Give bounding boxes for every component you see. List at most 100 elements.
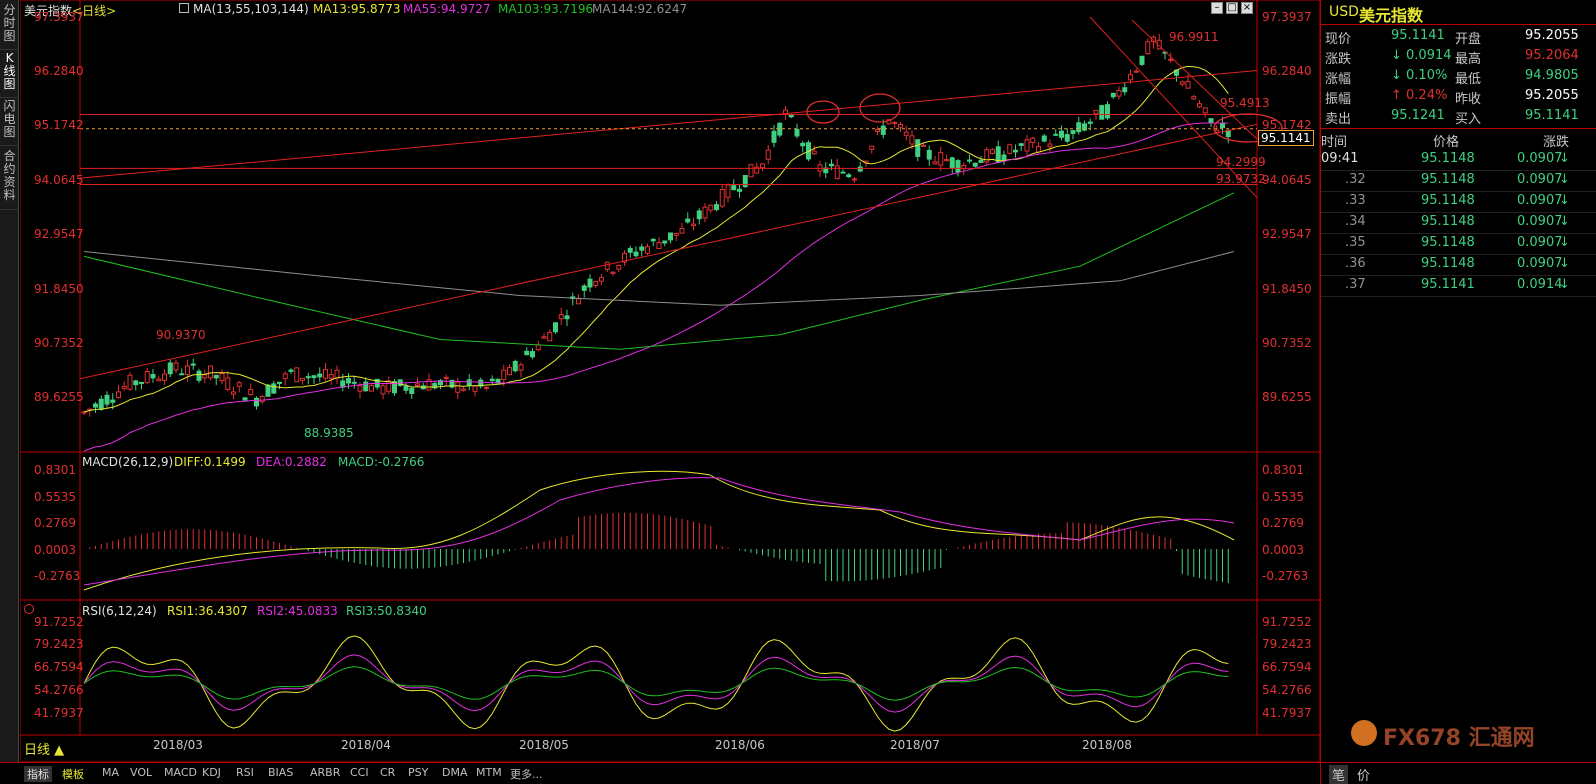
quote-value: 95.1141	[1525, 108, 1579, 123]
period-button[interactable]: 日线 ▲	[24, 739, 64, 758]
rsi-axis-right-1: 79.2423	[1262, 637, 1312, 651]
zoom-out-icon[interactable]: –	[1211, 2, 1223, 14]
macd-axis-right-3: 0.0003	[1262, 543, 1304, 557]
tab-dma[interactable]: DMA	[442, 766, 468, 779]
candle-body	[564, 315, 570, 320]
down-arrow-icon: ↓	[1559, 277, 1570, 292]
candle-body	[794, 128, 800, 137]
rsi-axis-left-0: 91.7252	[34, 615, 84, 629]
tab-kdj[interactable]: KDJ	[202, 766, 221, 779]
watermark: FX678 汇通网	[1383, 726, 1535, 751]
candle-body	[616, 264, 622, 270]
date-label: 2018/05	[519, 738, 569, 752]
candle-body	[938, 152, 944, 166]
price-axis-right-7: 89.6255	[1262, 390, 1312, 404]
tab-trades[interactable]: 笔	[1329, 765, 1349, 784]
candle-body	[202, 374, 208, 379]
candle-body	[547, 331, 553, 342]
rsi-axis-left-3: 54.2766	[34, 683, 84, 697]
settings-icon[interactable]	[179, 3, 189, 13]
quote-panel: USD 美元指数 现价 95.1141 开盘 95.2055 涨跌 ↓ 0.09…	[1320, 0, 1596, 784]
tick-header-time: 时间	[1321, 135, 1348, 150]
tab-mtm[interactable]: MTM	[476, 766, 502, 779]
candle-body	[179, 373, 185, 376]
quote-value: 95.2064	[1525, 48, 1579, 63]
quote-label: 最高	[1455, 52, 1482, 67]
tab-indicator[interactable]: 指标	[24, 766, 52, 782]
quote-label: 最低	[1455, 72, 1482, 87]
ma103-line	[83, 192, 1235, 350]
price-axis-right-6: 90.7352	[1262, 336, 1312, 350]
tab-kline[interactable]: K线图	[0, 52, 19, 98]
quote-name: 美元指数	[1359, 6, 1424, 25]
restore-icon[interactable]: □	[1226, 2, 1238, 14]
candle-body	[668, 232, 673, 241]
price-axis-left-2: 95.1742	[34, 118, 84, 132]
left-tab-bar: 分时图 K线图 闪电图 合约资料	[0, 0, 19, 784]
candle-body	[259, 396, 265, 403]
tab-prices[interactable]: 价	[1357, 765, 1370, 784]
tab-cr[interactable]: CR	[380, 766, 395, 779]
candle-body	[466, 379, 472, 386]
tab-template[interactable]: 模板	[62, 766, 84, 782]
candle-body	[679, 227, 685, 234]
price-axis-right-5: 91.8450	[1262, 282, 1312, 296]
candle-body	[231, 391, 236, 395]
tab-macd[interactable]: MACD	[164, 766, 197, 779]
candle-body	[990, 149, 995, 154]
candle-body	[587, 278, 593, 288]
kline-chart-svg	[20, 0, 1320, 762]
candle-body	[277, 381, 282, 384]
candle-body	[650, 238, 656, 242]
date-label: 2018/06	[715, 738, 765, 752]
candle-body	[541, 336, 547, 339]
tick-time: .35	[1345, 235, 1366, 250]
candle-body	[518, 364, 524, 371]
candle-body	[685, 218, 691, 223]
tab-cci[interactable]: CCI	[350, 766, 369, 779]
tab-contract-info[interactable]: 合约资料	[0, 150, 19, 210]
tab-timeshare[interactable]: 分时图	[0, 4, 19, 50]
price-axis-left-6: 90.7352	[34, 336, 84, 350]
candle-body	[524, 350, 530, 356]
candle-body	[110, 399, 116, 403]
candle-body	[800, 142, 806, 147]
candle-body	[691, 223, 696, 227]
indicator-settings-icon[interactable]	[24, 604, 34, 614]
candle-body	[334, 369, 340, 379]
candle-body	[323, 368, 328, 379]
tick-price: 95.1141	[1421, 277, 1475, 292]
candle-body	[593, 281, 599, 287]
candle-body	[455, 381, 461, 393]
candle-body	[921, 144, 926, 147]
quote-value: ↓ 0.0914	[1391, 48, 1452, 63]
candle-body	[300, 377, 305, 381]
candle-body	[317, 373, 323, 378]
candle-body	[834, 165, 840, 180]
candle-body	[501, 369, 507, 381]
tab-arbr[interactable]: ARBR	[310, 766, 340, 779]
ma13-line	[83, 65, 1229, 413]
tick-change: 0.0907	[1517, 193, 1563, 208]
tab-rsi[interactable]: RSI	[236, 766, 254, 779]
candle-body	[1168, 58, 1174, 61]
rsi-axis-right-0: 91.7252	[1262, 615, 1312, 629]
candle-body	[581, 285, 587, 291]
candle-body	[599, 277, 604, 282]
tab-more[interactable]: 更多...	[510, 766, 543, 782]
tab-vol[interactable]: VOL	[130, 766, 152, 779]
candle-body	[604, 261, 610, 270]
tick-time: .36	[1345, 256, 1366, 271]
close-icon[interactable]: ×	[1241, 2, 1253, 14]
tab-ma[interactable]: MA	[102, 766, 119, 779]
candle-body	[265, 384, 271, 397]
candle-body	[1208, 118, 1214, 124]
tab-flash[interactable]: 闪电图	[0, 100, 19, 146]
tab-psy[interactable]: PSY	[408, 766, 428, 779]
candle-body	[236, 382, 242, 387]
candle-body	[949, 157, 955, 169]
candle-body	[242, 397, 248, 401]
date-label: 2018/07	[890, 738, 940, 752]
tab-bias[interactable]: BIAS	[268, 766, 293, 779]
candle-body	[472, 385, 478, 392]
